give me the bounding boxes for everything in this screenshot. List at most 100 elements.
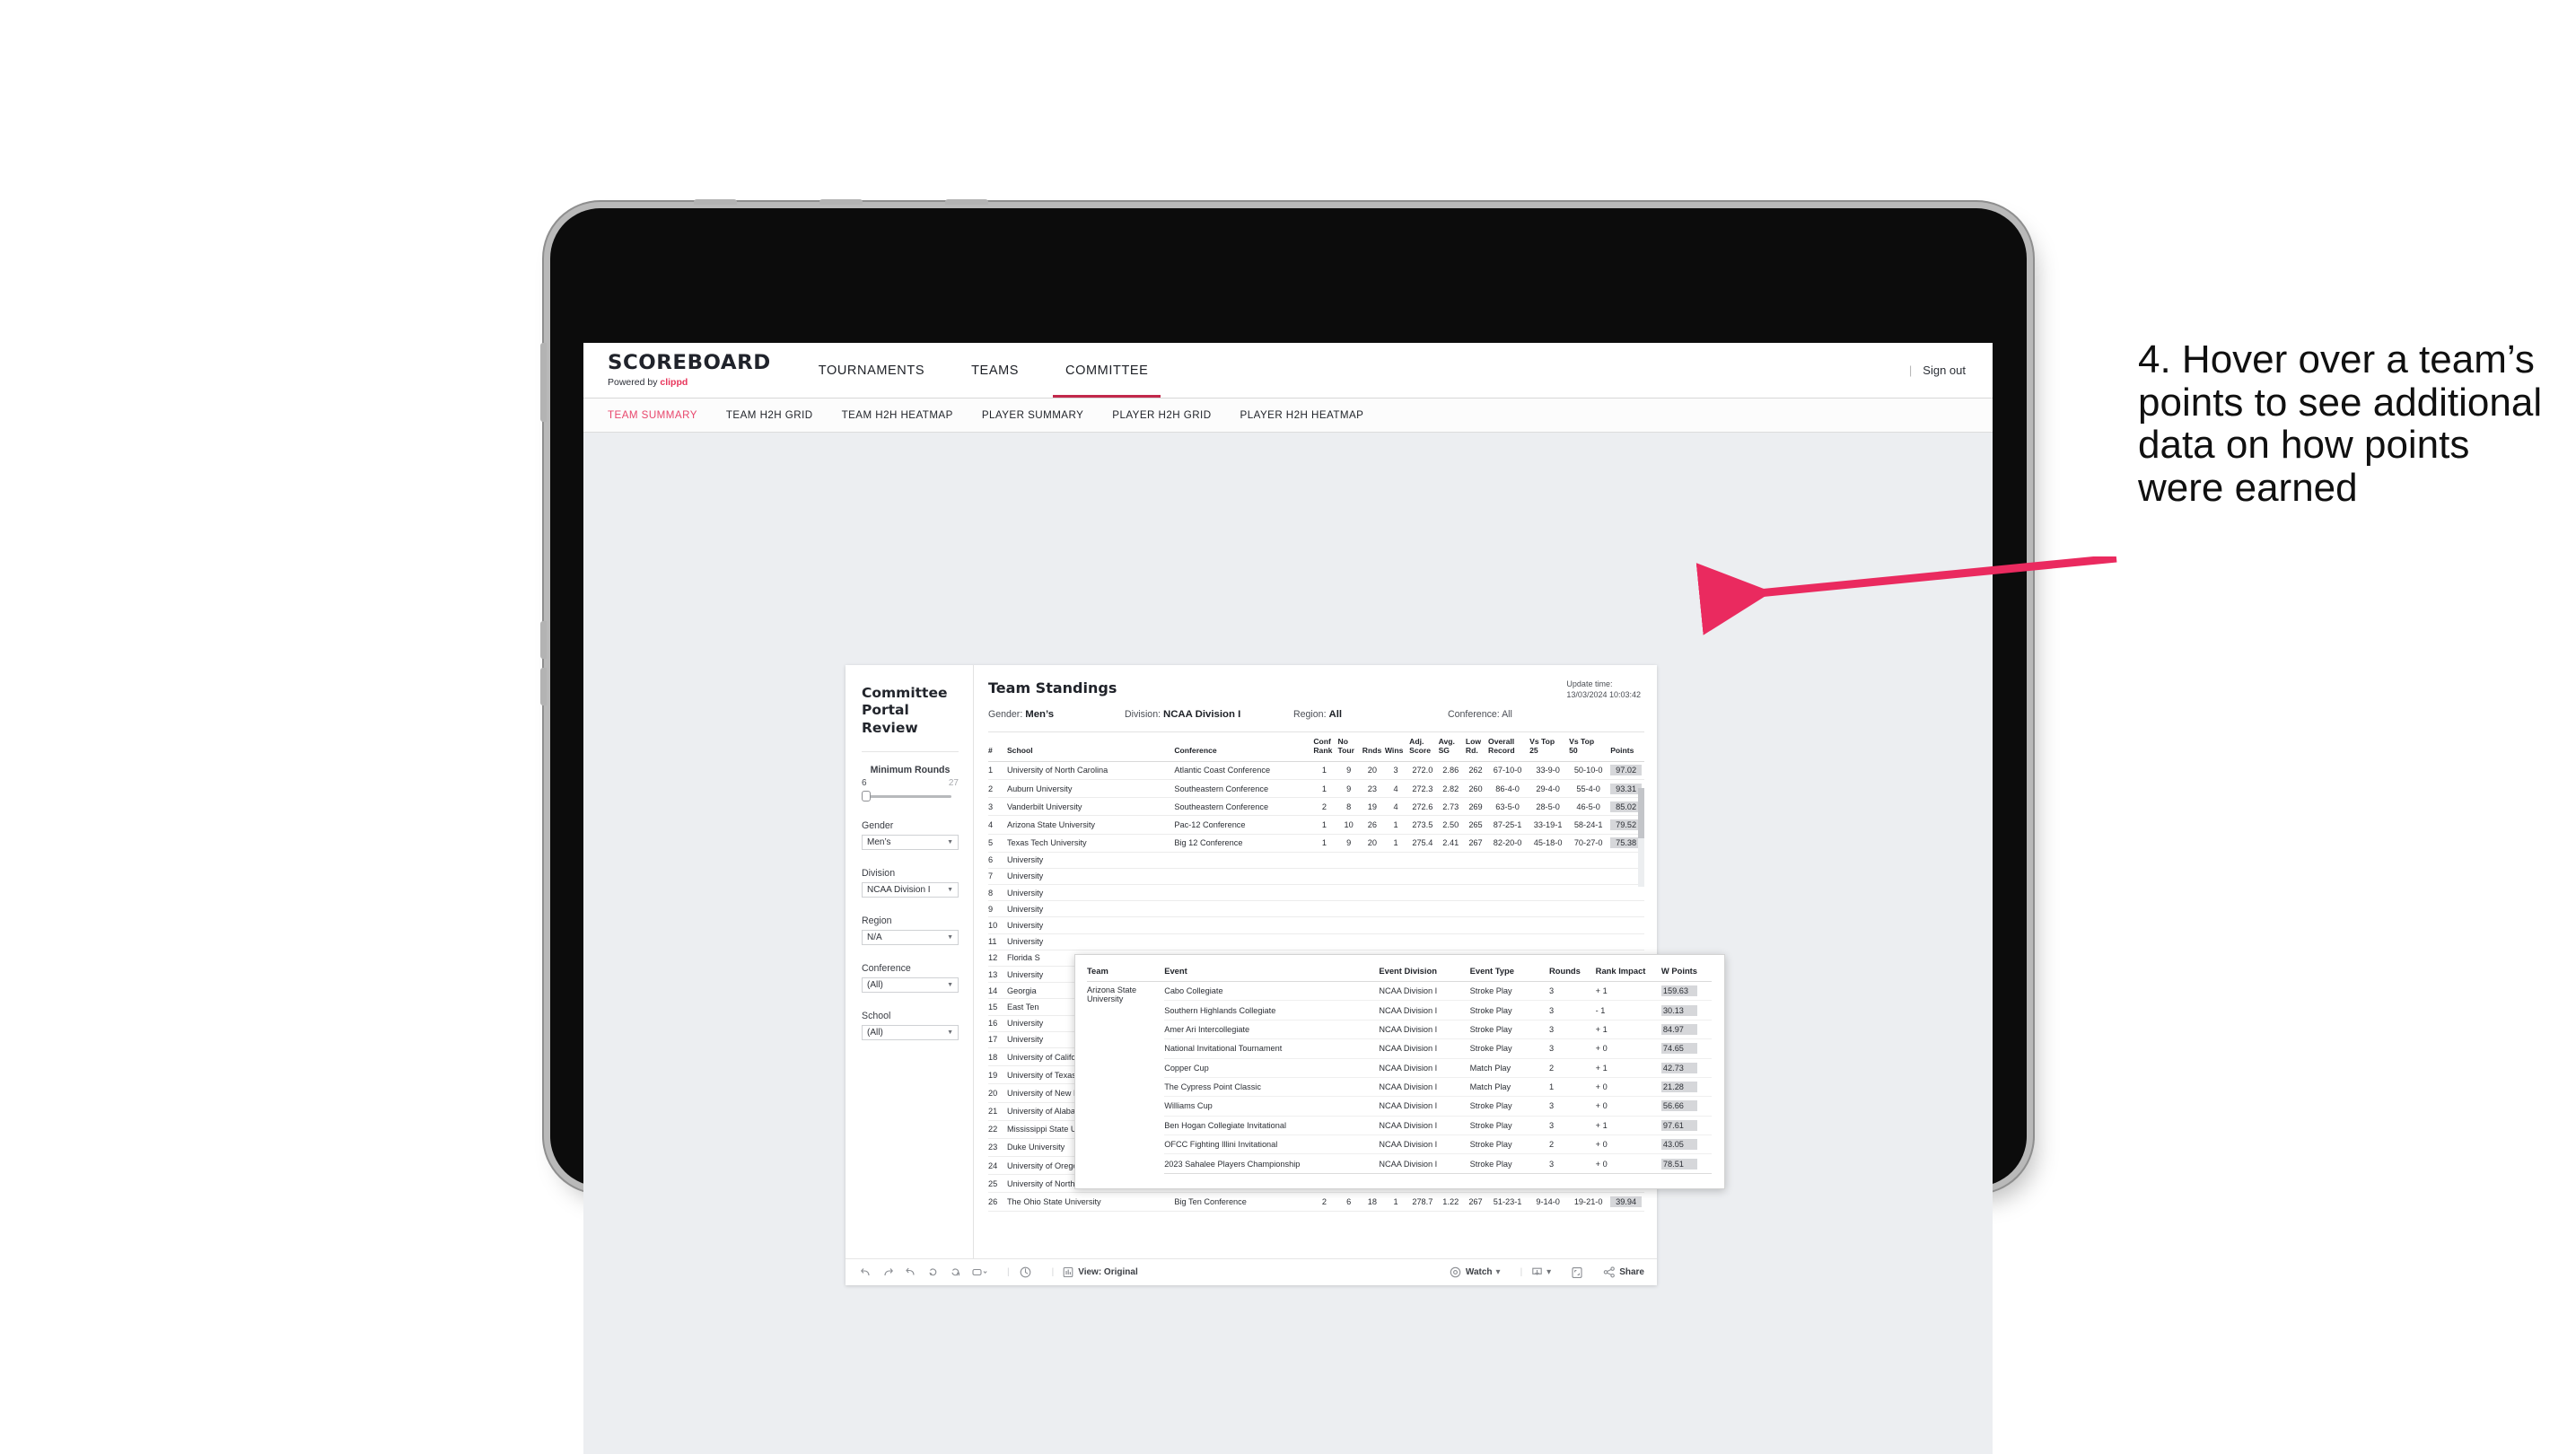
cell-avg-sg: 2.73	[1438, 797, 1466, 817]
cell-adj-score: 272.3	[1409, 779, 1439, 799]
points-value[interactable]: 97.02	[1610, 765, 1642, 776]
filter-gender-select[interactable]: Men’s ▼	[862, 835, 959, 851]
table-row[interactable]: 11 University	[988, 933, 1644, 950]
table-row[interactable]: 1 University of North Carolina Atlantic Co…	[988, 761, 1644, 780]
top-antenna-band-3	[945, 199, 988, 205]
cell-school: University	[1006, 884, 1175, 902]
view-original-button[interactable]: View: Original	[1063, 1266, 1138, 1278]
cell-points[interactable]	[1610, 900, 1644, 918]
col-header-conf-rank[interactable]: Conf Rank	[1313, 732, 1338, 762]
viz-toolbar-right: Watch ▾ | ▾ Share	[1450, 1266, 1644, 1279]
col-header-school[interactable]: School	[1006, 732, 1175, 762]
cell-conference	[1174, 852, 1314, 869]
brand-logo[interactable]: SCOREBOARD Powered by clippd	[583, 351, 795, 388]
tooltip-body: Arizona State University Cabo Collegiate N…	[1087, 981, 1712, 1174]
filter-school-select[interactable]: (All) ▼	[862, 1025, 959, 1041]
cell-points[interactable]	[1610, 884, 1644, 902]
slider-handle[interactable]	[862, 791, 871, 802]
cell-school: University	[1006, 852, 1175, 869]
tooltip-cell-w-points: 97.61	[1660, 1116, 1712, 1136]
watch-button[interactable]: Watch ▾	[1450, 1266, 1501, 1278]
cell-rnds	[1362, 884, 1385, 902]
tab-player-h2h-grid[interactable]: PLAYER H2H GRID	[1098, 409, 1225, 421]
cell-overall-record: 67-10-0	[1488, 761, 1530, 780]
fullscreen-button[interactable]	[1571, 1266, 1583, 1279]
breadcrumb-gender: Gender: Men’s	[988, 709, 1125, 720]
volume-up-button[interactable]	[540, 621, 547, 659]
points-value[interactable]: 39.94	[1610, 1196, 1642, 1208]
minimum-rounds-slider[interactable]	[862, 790, 959, 802]
tab-team-h2h-grid[interactable]: TEAM H2H GRID	[712, 409, 828, 421]
cell-adj-score: 272.6	[1409, 797, 1439, 817]
col-header-points[interactable]: Points	[1610, 732, 1644, 762]
cell-low-rd	[1465, 933, 1489, 950]
cell-rank: 17	[988, 1031, 1007, 1048]
w-points-value: 30.13	[1660, 1004, 1697, 1016]
nav-item-teams[interactable]: TEAMS	[948, 343, 1042, 398]
volume-down-button[interactable]	[540, 668, 547, 705]
device-preview-icon[interactable]	[972, 1266, 987, 1278]
col-header-rank[interactable]: #	[988, 732, 1007, 762]
power-button[interactable]	[540, 343, 547, 422]
cell-points[interactable]: 97.02	[1610, 761, 1644, 780]
table-row[interactable]: 7 University	[988, 868, 1644, 886]
col-header-vs-top-50[interactable]: Vs Top 50	[1569, 732, 1611, 762]
tooltip-cell-rounds: 3	[1548, 1153, 1596, 1174]
sign-out-link[interactable]: Sign out	[1923, 364, 1966, 377]
tooltip-cell-rank-impact: + 1	[1595, 981, 1661, 1002]
cell-vs-top-25: 45-18-0	[1529, 834, 1570, 853]
cell-overall-record: 63-5-0	[1488, 797, 1530, 817]
slider-track[interactable]	[863, 795, 951, 799]
table-row[interactable]: 26 The Ohio State University Big Ten Confe…	[988, 1192, 1644, 1212]
data-guide-icon[interactable]	[1019, 1266, 1032, 1279]
scrollbar-thumb[interactable]	[1638, 788, 1644, 838]
table-row[interactable]: 3 Vanderbilt University Southeastern Confe…	[988, 797, 1644, 817]
col-header-adj-score[interactable]: Adj. Score	[1409, 732, 1439, 762]
pause-icon[interactable]	[950, 1266, 961, 1278]
table-row[interactable]: 4 Arizona State University Pac-12 Conferen…	[988, 815, 1644, 835]
table-scrollbar[interactable]	[1638, 788, 1644, 887]
points-value[interactable]: 79.52	[1610, 819, 1642, 830]
cell-points[interactable]	[1610, 916, 1644, 934]
redo-icon[interactable]	[882, 1266, 894, 1278]
cell-avg-sg: 2.50	[1438, 815, 1466, 835]
cell-points[interactable]	[1610, 933, 1644, 950]
points-value[interactable]: 85.02	[1610, 801, 1642, 812]
points-value[interactable]: 75.38	[1610, 837, 1642, 849]
nav-item-committee[interactable]: COMMITTEE	[1042, 343, 1171, 398]
filter-region-select[interactable]: N/A ▼	[862, 930, 959, 946]
col-header-avg-sg[interactable]: Avg. SG	[1438, 732, 1466, 762]
table-row[interactable]: 10 University	[988, 916, 1644, 934]
refresh-icon[interactable]	[927, 1266, 939, 1278]
table-row[interactable]: 8 University	[988, 884, 1644, 902]
col-header-no-tour[interactable]: No Tour	[1337, 732, 1362, 762]
cell-points[interactable]: 39.94	[1610, 1192, 1644, 1212]
col-header-wins[interactable]: Wins	[1384, 732, 1410, 762]
toolbar-divider-2: |	[1051, 1267, 1055, 1277]
tab-player-summary[interactable]: PLAYER SUMMARY	[968, 409, 1098, 421]
col-header-rnds[interactable]: Rnds	[1362, 732, 1385, 762]
filter-conference-select[interactable]: (All) ▼	[862, 977, 959, 994]
table-row[interactable]: 6 University	[988, 852, 1644, 869]
brand-name: SCOREBOARD	[608, 351, 771, 374]
download-button[interactable]: ▾	[1531, 1266, 1551, 1278]
tab-team-h2h-heatmap[interactable]: TEAM H2H HEATMAP	[828, 409, 968, 421]
filter-division-select[interactable]: NCAA Division I ▼	[862, 882, 959, 898]
revert-icon[interactable]	[905, 1266, 916, 1278]
tab-team-summary[interactable]: TEAM SUMMARY	[583, 409, 712, 421]
tab-player-h2h-heatmap[interactable]: PLAYER H2H HEATMAP	[1226, 409, 1379, 421]
cell-wins	[1384, 884, 1410, 902]
undo-icon[interactable]	[860, 1266, 872, 1278]
table-row[interactable]: 5 Texas Tech University Big 12 Conference 1…	[988, 834, 1644, 853]
col-header-vs-top-25[interactable]: Vs Top 25	[1529, 732, 1570, 762]
cell-rnds	[1362, 933, 1385, 950]
nav-item-tournaments[interactable]: TOURNAMENTS	[795, 343, 948, 398]
col-header-overall-record[interactable]: Overall Record	[1488, 732, 1530, 762]
col-header-conference[interactable]: Conference	[1174, 732, 1314, 762]
col-header-low-rd[interactable]: Low Rd.	[1465, 732, 1489, 762]
tooltip-cell-rank-impact: + 1	[1595, 1116, 1661, 1136]
points-value[interactable]: 93.31	[1610, 783, 1642, 794]
table-row[interactable]: 9 University	[988, 900, 1644, 918]
table-row[interactable]: 2 Auburn University Southeastern Conferenc…	[988, 779, 1644, 799]
share-button[interactable]: Share	[1603, 1266, 1644, 1278]
